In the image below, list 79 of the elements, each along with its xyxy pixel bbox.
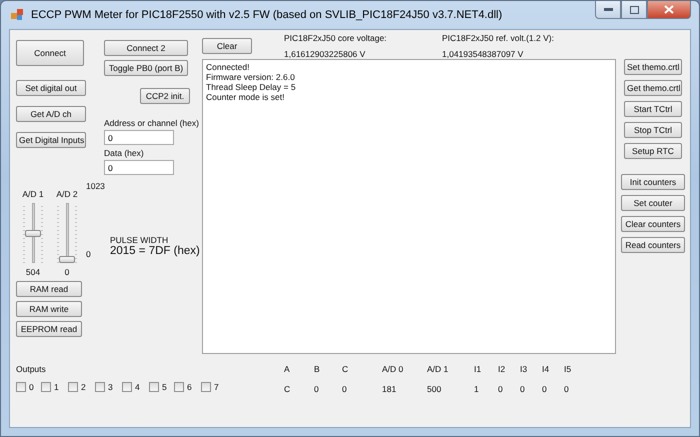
readout-value: 0 — [542, 384, 548, 394]
field-label: Data (hex) — [104, 148, 144, 158]
checkbox[interactable]: 6 — [174, 382, 198, 392]
column-header: I4 — [542, 364, 550, 374]
readout-value: 181 — [382, 384, 398, 394]
pulse-width-label: PULSE WIDTH — [110, 235, 170, 245]
button[interactable]: RAM write — [16, 301, 82, 317]
column-header: I5 — [564, 364, 572, 374]
pulse-width-value: 2015 = 7DF (hex) — [110, 245, 200, 257]
maximize-button[interactable] — [621, 1, 647, 19]
input-field[interactable]: 0 — [104, 160, 174, 175]
readout-value: 0 — [564, 384, 570, 394]
button[interactable]: Get Digital Inputs — [16, 132, 86, 148]
voltage-label: PIC18F2xJ50 core voltage: — [284, 33, 388, 43]
button[interactable]: Set couter — [621, 195, 685, 211]
button[interactable]: EEPROM read — [16, 321, 82, 337]
readout-value: 0 — [520, 384, 526, 394]
readout-value: 500 — [427, 384, 442, 394]
button[interactable]: Set digital out — [16, 80, 86, 96]
readout-value: 0 — [342, 384, 348, 394]
clear-button[interactable]: Clear — [202, 38, 252, 54]
readout-value: 0 — [314, 384, 320, 394]
voltage-value: 1,04193548387097 V — [442, 49, 524, 59]
button[interactable]: Read counters — [621, 237, 685, 253]
slider-value: 504 — [26, 267, 40, 277]
close-button[interactable] — [647, 1, 691, 19]
minimize-icon — [604, 8, 612, 11]
scale-min-label: 0 — [86, 249, 92, 259]
button[interactable]: Setup RTC — [624, 143, 682, 159]
voltage-label: PIC18F2xJ50 ref. volt.(1.2 V): — [442, 33, 555, 43]
button[interactable]: Connect 2 — [104, 40, 188, 56]
log-line: Connected! — [206, 62, 250, 72]
log-line: Thread Sleep Delay = 5 — [206, 82, 297, 92]
checkbox[interactable]: 4 — [122, 382, 146, 392]
slider-thumb[interactable] — [25, 230, 41, 238]
column-header: A/D 0 — [382, 364, 404, 374]
column-header: I2 — [498, 364, 506, 374]
column-header: C — [342, 364, 350, 374]
app-icon — [11, 9, 25, 21]
log-line: Counter mode is set! — [206, 92, 286, 102]
close-icon — [664, 5, 674, 14]
readout-value: 0 — [498, 384, 504, 394]
checkbox[interactable]: 3 — [95, 382, 119, 392]
readout-value: 1 — [474, 384, 480, 394]
log-line: Firmware version: 2.6.0 — [206, 72, 296, 82]
button[interactable]: Clear counters — [621, 216, 685, 232]
column-header: B — [314, 364, 321, 374]
checkbox[interactable]: 7 — [201, 382, 225, 392]
button[interactable]: Get A/D ch — [16, 106, 86, 122]
column-header: A — [284, 364, 291, 374]
checkbox[interactable]: 1 — [41, 382, 65, 392]
button[interactable]: Get themo.crtl — [624, 80, 682, 96]
checkbox[interactable]: 2 — [68, 382, 92, 392]
slider-label: A/D 2 — [56, 189, 78, 199]
slider-label: A/D 1 — [22, 189, 44, 199]
button[interactable]: RAM read — [16, 281, 82, 297]
maximize-icon — [630, 6, 638, 14]
input-field[interactable]: 0 — [104, 130, 174, 145]
button[interactable]: Toggle PB0 (port B) — [104, 60, 188, 76]
scale-max-label: 1023 — [86, 181, 106, 191]
column-header: I3 — [520, 364, 528, 374]
button[interactable]: Connect — [16, 40, 84, 66]
column-header: A/D 1 — [427, 364, 450, 374]
field-label: Address or channel (hex) — [104, 118, 199, 128]
button[interactable]: Init counters — [621, 174, 685, 190]
checkbox[interactable]: 0 — [16, 382, 38, 392]
minimize-button[interactable] — [595, 1, 621, 19]
window-title: ECCP PWM Meter for PIC18F2550 with v2.5 FW (based on SVLIB_PIC18F24J50 v3.7.NET4.dll) — [31, 9, 504, 21]
button[interactable]: CCP2 init. — [140, 88, 190, 104]
readout-value: C — [284, 384, 292, 394]
button[interactable]: Set themo.crtl — [624, 59, 682, 75]
voltage-value: 1,61612903225806 V — [284, 49, 366, 59]
button[interactable]: Stop TCtrl — [624, 122, 682, 138]
slider-thumb[interactable] — [59, 256, 75, 263]
column-header: I1 — [474, 364, 482, 374]
checkbox[interactable]: 5 — [149, 382, 171, 392]
outputs-label: Outputs — [16, 364, 47, 374]
button[interactable]: Start TCtrl — [624, 101, 682, 117]
slider-value: 0 — [64, 267, 70, 277]
